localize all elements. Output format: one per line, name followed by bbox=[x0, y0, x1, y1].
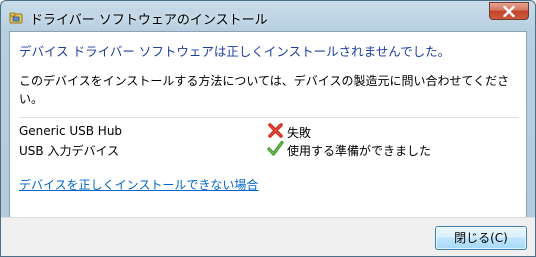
device-row: Generic USB Hub 失敗 bbox=[19, 122, 519, 140]
green-check-icon bbox=[267, 140, 284, 157]
device-name: USB 入力デバイス bbox=[19, 144, 120, 158]
dialog-window: ドライバー ソフトウェアのインストール デバイス ドライバー ソフトウェアは正し… bbox=[0, 0, 536, 257]
instruction-text: このデバイスをインストールする方法については、デバイスの製造元に問い合わせてくだ… bbox=[19, 74, 510, 106]
device-status-text: 使用する準備ができました bbox=[287, 144, 432, 158]
window-title: ドライバー ソフトウェアのインストール bbox=[30, 13, 268, 28]
error-headline: デバイス ドライバー ソフトウェアは正しくインストールされませんでした。 bbox=[19, 44, 451, 59]
device-name: Generic USB Hub bbox=[19, 124, 123, 138]
device-folder-icon bbox=[9, 10, 23, 24]
title-bar[interactable]: ドライバー ソフトウェアのインストール bbox=[1, 1, 535, 31]
divider bbox=[19, 117, 519, 118]
red-x-icon bbox=[267, 122, 284, 139]
device-status-text: 失敗 bbox=[287, 126, 312, 140]
window-close-button[interactable] bbox=[489, 2, 529, 20]
device-row: USB 入力デバイス 使用する準備ができました bbox=[19, 140, 519, 158]
button-bar: 閉じる(C) bbox=[1, 217, 535, 256]
troubleshoot-link[interactable]: デバイスを正しくインストールできない場合 bbox=[19, 176, 258, 193]
close-x-icon bbox=[503, 6, 515, 17]
close-button[interactable]: 閉じる(C) bbox=[435, 226, 527, 250]
dialog-content: デバイス ドライバー ソフトウェアは正しくインストールされませんでした。 このデ… bbox=[9, 31, 527, 248]
